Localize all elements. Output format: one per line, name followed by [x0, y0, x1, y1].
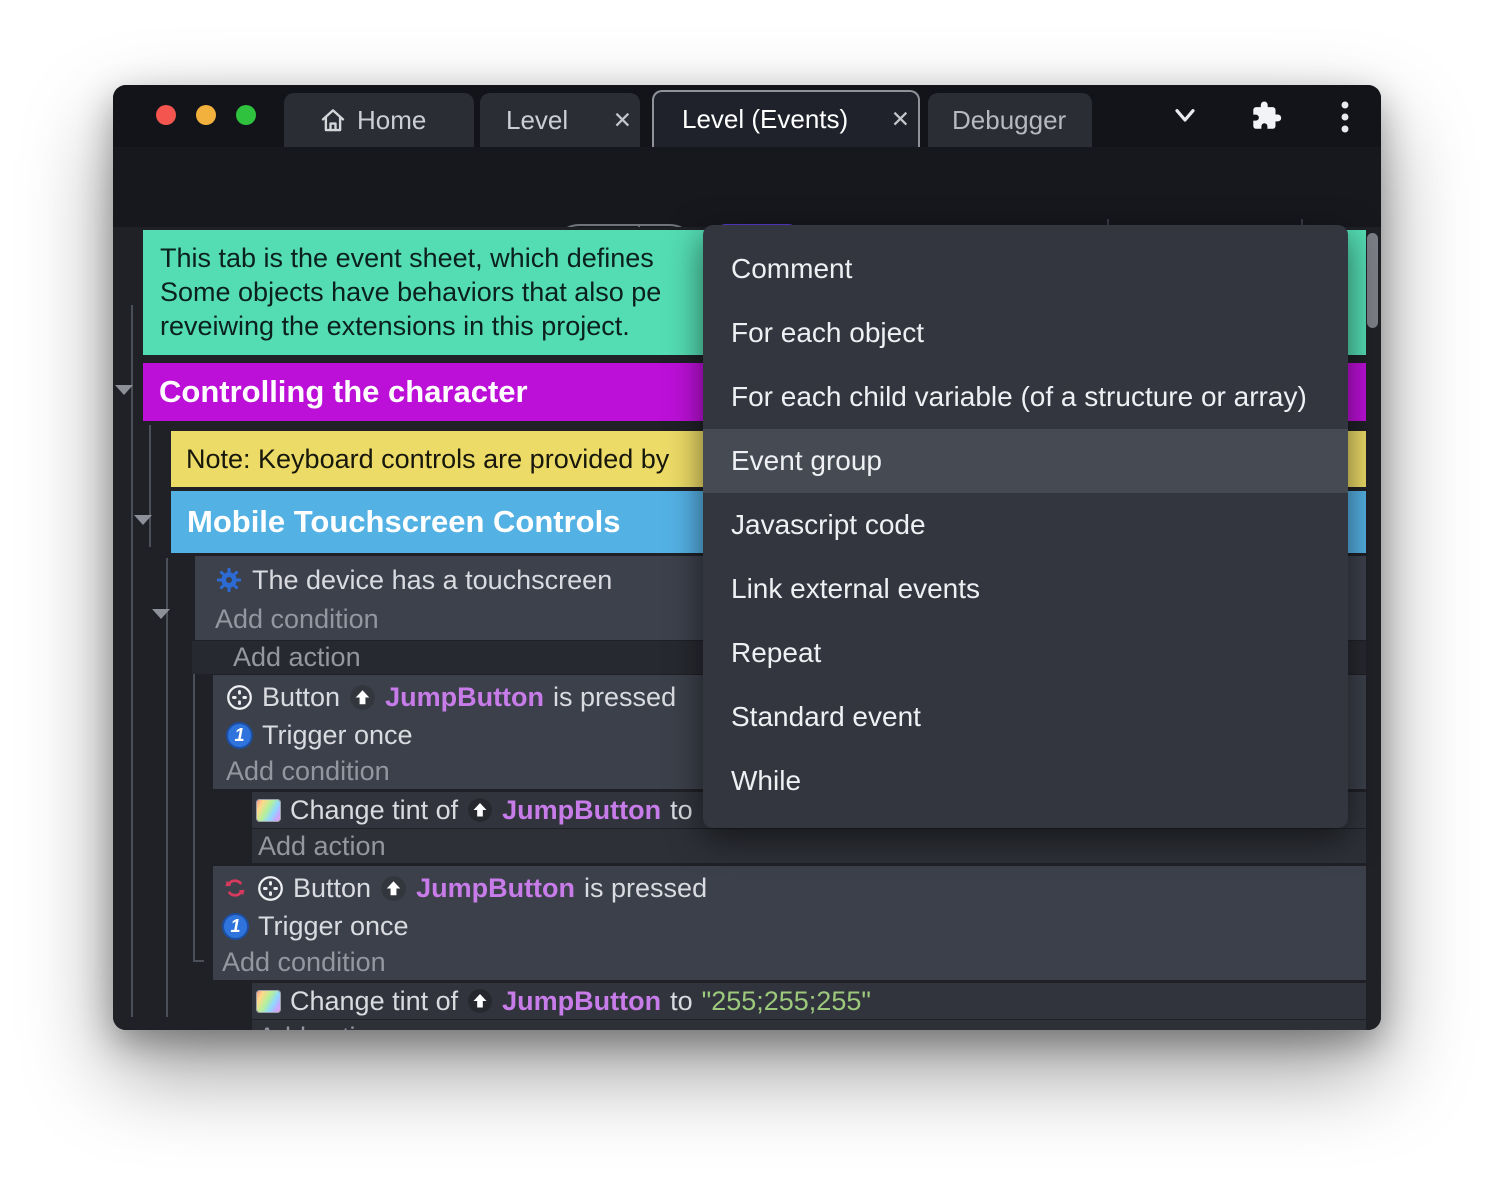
close-window-button[interactable]: [156, 105, 176, 125]
menu-item-while[interactable]: While: [703, 749, 1348, 813]
sprite-object-icon: [467, 797, 493, 823]
tab-home[interactable]: Home: [284, 93, 474, 147]
trigger-once-icon: 1: [222, 912, 249, 940]
sprite-object-icon: [380, 875, 407, 902]
nesting-line: [131, 305, 133, 1017]
home-icon: [318, 105, 348, 135]
menu-item-standard-event[interactable]: Standard event: [703, 685, 1348, 749]
tint-icon: [256, 989, 281, 1013]
sprite-object-icon: [349, 684, 376, 711]
nesting-line: [193, 648, 195, 962]
menu-item-for-each-object[interactable]: For each object: [703, 301, 1348, 365]
action-row-change-tint[interactable]: Change tint of JumpButton to "255;255;25…: [252, 983, 1366, 1019]
event-block-jumpbutton-not-pressed[interactable]: Button JumpButton is pressed 1 Trigger o…: [213, 866, 1366, 980]
sprite-object-icon: [467, 988, 493, 1014]
tab-bar: Home Level ✕ Level (Events) ✕ Debugger: [113, 85, 1381, 147]
menu-item-event-group[interactable]: Event group: [703, 429, 1348, 493]
menu-item-comment[interactable]: Comment: [703, 237, 1348, 301]
menu-item-repeat[interactable]: Repeat: [703, 621, 1348, 685]
add-action-row[interactable]: Add action: [252, 829, 1366, 863]
tab-label: Level: [506, 104, 569, 135]
condition-text: The device has a touchscreen: [252, 564, 613, 595]
menu-item-for-each-child-variable[interactable]: For each child variable (of a structure …: [703, 365, 1348, 429]
group-title: Mobile Touchscreen Controls: [187, 504, 621, 539]
tab-level-events[interactable]: Level (Events) ✕: [652, 90, 920, 147]
gear-icon: [215, 566, 243, 594]
toolbar: [113, 147, 1381, 285]
collapse-toggle-icon[interactable]: [134, 515, 152, 525]
tab-label: Debugger: [952, 104, 1067, 135]
condition-row[interactable]: 1 Trigger once: [213, 907, 1366, 945]
gamepad-button-icon: [226, 684, 253, 711]
collapse-toggle-icon[interactable]: [115, 385, 133, 395]
addons-button[interactable]: [1247, 98, 1283, 134]
app-window: Home Level ✕ Level (Events) ✕ Debugger T…: [113, 85, 1381, 1030]
gamepad-button-icon: [257, 875, 284, 902]
condition-row[interactable]: Button JumpButton is pressed: [213, 869, 1366, 907]
vertical-scrollbar-thumb[interactable]: [1367, 233, 1378, 328]
trigger-once-icon: 1: [226, 721, 253, 749]
inverted-condition-icon: [222, 875, 248, 901]
tab-debugger[interactable]: Debugger: [928, 93, 1092, 147]
menu-item-link-external-events[interactable]: Link external events: [703, 557, 1348, 621]
add-event-context-menu: Comment For each object For each child v…: [703, 225, 1348, 828]
note-text: Note: Keyboard controls are provided by: [186, 444, 670, 474]
tab-level[interactable]: Level ✕: [480, 93, 640, 147]
collapse-toggle-icon[interactable]: [152, 609, 170, 619]
tab-label: Home: [357, 104, 427, 135]
close-tab-icon[interactable]: ✕: [605, 107, 640, 134]
close-tab-icon[interactable]: ✕: [883, 106, 918, 133]
tab-list-chevron[interactable]: [1169, 102, 1201, 130]
add-condition-link[interactable]: Add condition: [213, 945, 1366, 980]
nesting-line: [149, 425, 151, 547]
tint-value: "255;255;255": [701, 985, 871, 1016]
zoom-window-button[interactable]: [236, 105, 256, 125]
nesting-line: [166, 558, 168, 1017]
main-menu-button[interactable]: [1335, 99, 1355, 135]
group-title: Controlling the character: [159, 374, 528, 409]
tab-label: Level (Events): [682, 104, 849, 134]
add-action-row[interactable]: Add action: [252, 1020, 1366, 1030]
tint-icon: [256, 798, 281, 822]
menu-item-javascript-code[interactable]: Javascript code: [703, 493, 1348, 557]
minimize-window-button[interactable]: [196, 105, 216, 125]
nesting-line: [193, 960, 204, 962]
